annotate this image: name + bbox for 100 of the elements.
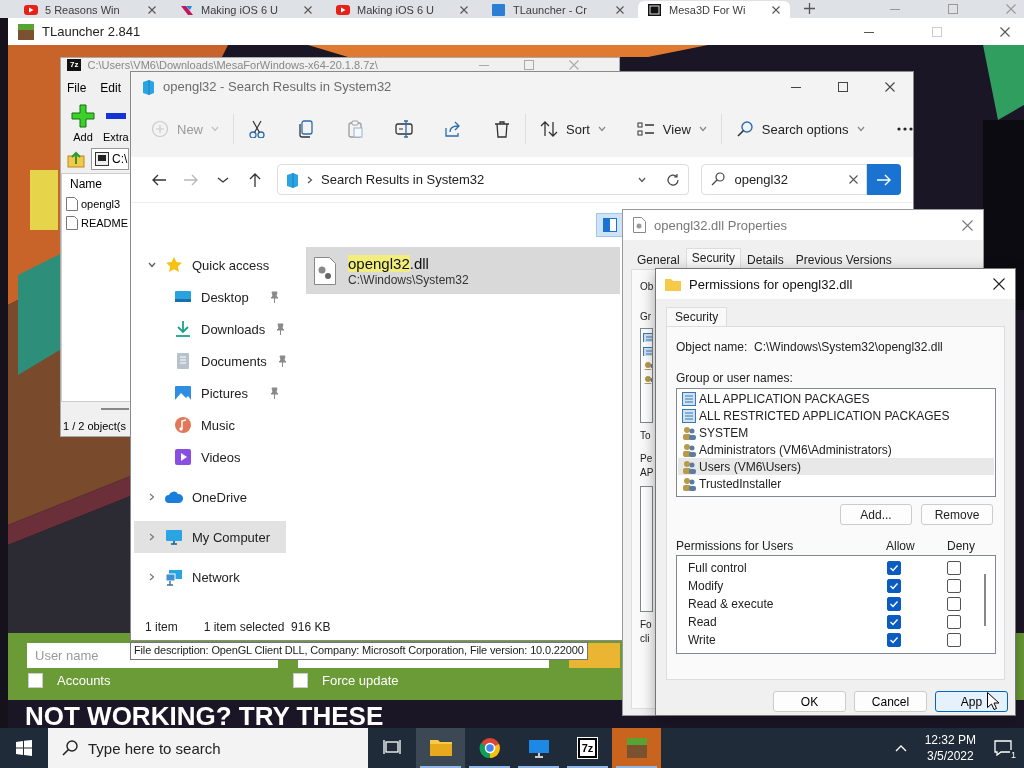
address-bar[interactable]: Search Results in System32: [277, 164, 690, 195]
checkbox[interactable]: [887, 633, 901, 647]
nav-item[interactable]: Music: [134, 409, 286, 441]
file-name[interactable]: opengl3: [81, 197, 121, 210]
permission-name: Full control: [688, 561, 748, 575]
button[interactable]: OK: [773, 691, 846, 712]
checkbox[interactable]: [887, 615, 901, 629]
nav-item[interactable]: Network: [134, 561, 286, 593]
nav-item[interactable]: My Computer: [134, 521, 286, 553]
button[interactable]: Cancel: [854, 691, 927, 712]
checkbox[interactable]: [887, 597, 901, 611]
browser-tab[interactable]: TLauncher - Cr: [482, 1, 634, 18]
close-icon[interactable]: [772, 5, 780, 14]
tab[interactable]: Security: [666, 307, 728, 326]
browser-tab[interactable]: 5 Reasons Win: [14, 1, 166, 18]
close-icon[interactable]: [993, 278, 1005, 290]
browser-tab[interactable]: Mesa3D For Wi: [638, 1, 790, 18]
list-item[interactable]: SYSTEM: [678, 424, 994, 441]
file-name[interactable]: README: [81, 216, 129, 229]
search-icon: [735, 120, 754, 138]
close-icon[interactable]: [1000, 26, 1010, 37]
windows-icon[interactable]: [16, 740, 32, 756]
nav-item[interactable]: Pictures: [134, 377, 286, 409]
menu-item[interactable]: File: [67, 81, 87, 95]
nav-item[interactable]: Documents: [134, 345, 286, 377]
checkbox[interactable]: [887, 579, 901, 593]
tab[interactable]: General: [631, 250, 686, 269]
toolbar-menu-button[interactable]: Sort: [538, 116, 608, 142]
scrollbar[interactable]: [984, 574, 986, 626]
button[interactable]: App: [935, 691, 1008, 712]
button[interactable]: Remove: [921, 504, 993, 525]
toolbar-button[interactable]: Extra: [103, 103, 129, 143]
close-icon[interactable]: [849, 175, 859, 184]
list-item[interactable]: Administrators (VM6\Administrators): [678, 441, 994, 458]
scrollbar[interactable]: [101, 408, 129, 410]
nav-item[interactable]: Quick access: [134, 249, 286, 281]
gear-file-icon: [314, 256, 336, 285]
list-item[interactable]: ALL APPLICATION PACKAGES: [678, 390, 994, 407]
status-text: 1 item selected 916 KB: [203, 620, 331, 634]
close-icon[interactable]: [885, 81, 895, 92]
plus-icon[interactable]: [804, 3, 815, 14]
label-text: To: [640, 429, 651, 443]
view-toggle-button[interactable]: [596, 213, 624, 237]
pin-icon: [268, 291, 280, 303]
nav-item[interactable]: Videos: [134, 441, 286, 473]
caret-up-icon[interactable]: [894, 744, 907, 752]
checkbox[interactable]: [947, 615, 961, 629]
browser-tab[interactable]: Making iOS 6 U: [326, 1, 478, 18]
taskbar-button[interactable]: [416, 728, 465, 768]
search-button[interactable]: [867, 164, 901, 195]
user-list[interactable]: ALL APPLICATION PACKAGES ALL RESTRICTED APPLICATION PACKAGES SYSTEM Administrators (VM6\Administrators) Users (VM6\Users) TrustedInstaller: [676, 388, 996, 497]
tab[interactable]: Security: [685, 248, 742, 269]
nav-item[interactable]: Desktop: [134, 281, 286, 313]
search-field[interactable]: Type here to search: [48, 728, 368, 768]
chevron-down-icon: [856, 126, 865, 132]
up-folder-icon[interactable]: [67, 150, 85, 168]
toolbar-button[interactable]: Add: [71, 103, 95, 143]
more-icon: [895, 126, 914, 132]
chevron-right-icon[interactable]: [148, 493, 156, 501]
list-item[interactable]: ALL RESTRICTED APPLICATION PACKAGES: [678, 407, 994, 424]
clock[interactable]: 12:32 PM 3/5/2022: [924, 732, 976, 764]
checkbox[interactable]: [947, 597, 961, 611]
maximize-icon[interactable]: [838, 81, 848, 92]
file-item[interactable]: opengl32.dll C:\Windows\System32: [306, 247, 620, 294]
browser-tab[interactable]: Making iOS 6 U: [170, 1, 322, 18]
checkbox[interactable]: [947, 633, 961, 647]
window-title: opengl32.dll Properties: [654, 217, 787, 233]
toolbar-menu-button[interactable]: View: [634, 116, 709, 142]
checkbox[interactable]: [947, 579, 961, 593]
chevron-right-icon[interactable]: [148, 533, 156, 541]
users-icon: [643, 375, 652, 384]
pin-icon: [274, 323, 287, 335]
nav-item[interactable]: Downloads: [134, 313, 286, 345]
taskbar-button[interactable]: 7z: [563, 728, 612, 768]
list-box[interactable]: [640, 486, 653, 612]
list-box[interactable]: [640, 328, 653, 423]
tab[interactable]: Previous Versions: [789, 250, 898, 269]
download-icon: [174, 320, 192, 338]
path-field[interactable]: C:\: [91, 148, 129, 170]
task-view-icon[interactable]: [383, 740, 401, 756]
field-label: Object name:: [676, 340, 749, 354]
chevron-right-icon[interactable]: [148, 573, 156, 581]
chevron-down-icon[interactable]: [148, 262, 156, 268]
notification-icon[interactable]: [994, 740, 1012, 756]
checkbox[interactable]: [947, 561, 961, 575]
users-icon: [682, 425, 696, 440]
nav-item[interactable]: OneDrive: [134, 481, 286, 513]
column-header[interactable]: Name: [70, 177, 102, 191]
menu-item[interactable]: Edit: [100, 81, 122, 95]
list-item[interactable]: Users (VM6\Users): [678, 458, 994, 475]
list-item[interactable]: TrustedInstaller: [678, 475, 994, 492]
file-icon: [66, 215, 78, 230]
button[interactable]: Add...: [840, 504, 912, 525]
toolbar-menu-button[interactable]: Search options: [733, 116, 867, 142]
checkbox[interactable]: [887, 561, 901, 575]
search-field[interactable]: opengl32: [701, 164, 868, 195]
label-text: AP: [640, 466, 654, 480]
tab[interactable]: Details: [741, 250, 790, 269]
refresh-icon[interactable]: [666, 172, 681, 187]
window-title: opengl32 - Search Results in System32: [163, 79, 392, 94]
